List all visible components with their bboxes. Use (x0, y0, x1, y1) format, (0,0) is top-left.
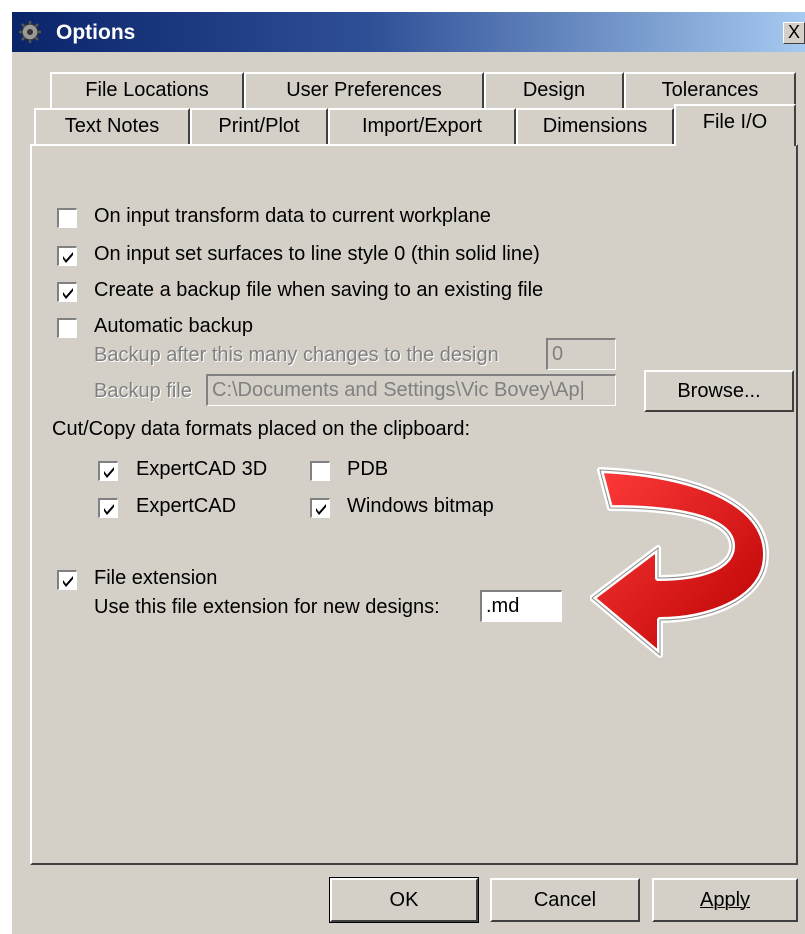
apply-button[interactable]: Apply (652, 878, 798, 922)
backup-file-path-label: Backup file (94, 380, 192, 402)
clipboard-heading: Cut/Copy data formats placed on the clip… (52, 418, 471, 440)
transform-checkbox[interactable] (57, 208, 77, 228)
tab-tolerances[interactable]: Tolerances (624, 72, 796, 108)
tab-text-notes[interactable]: Text Notes (34, 108, 190, 144)
cancel-button[interactable]: Cancel (490, 878, 640, 922)
check-icon (316, 504, 326, 515)
title-bar[interactable]: Options (12, 12, 805, 52)
apply-label: Apply (699, 889, 751, 911)
expertcad3d-label: ExpertCAD 3D (136, 458, 268, 480)
file-extension-checkbox[interactable] (57, 570, 77, 590)
check-icon (63, 576, 73, 587)
backup-file-path-field[interactable]: C:\Documents and Settings\Vic Bovey\Ap| (206, 374, 616, 406)
tab-label: File I/O (702, 111, 768, 133)
expertcad-checkbox[interactable] (98, 498, 118, 518)
auto-backup-label: Automatic backup (94, 315, 253, 337)
check-icon (104, 467, 114, 478)
tab-label: User Preferences (286, 79, 442, 101)
surfaces-label: On input set surfaces to line style 0 (t… (94, 243, 540, 265)
check-icon (63, 252, 73, 263)
file-extension-field-label: Use this file extension for new designs: (94, 596, 440, 618)
app-gear-icon (19, 21, 41, 43)
options-dialog: Options X File Locations User Preference… (10, 10, 805, 934)
window-title: Options (56, 21, 136, 44)
windows-bitmap-checkbox[interactable] (310, 498, 330, 518)
tab-label: Import/Export (361, 115, 483, 137)
expertcad-label: ExpertCAD (136, 495, 237, 517)
check-icon (63, 288, 73, 299)
tab-print-plot[interactable]: Print/Plot (190, 108, 328, 144)
backup-changes-label: Backup after this many changes to the de… (94, 344, 499, 366)
tab-user-preferences[interactable]: User Preferences (244, 72, 484, 108)
backup-file-checkbox[interactable] (57, 282, 77, 302)
tab-file-locations[interactable]: File Locations (50, 72, 244, 108)
pdb-checkbox[interactable] (310, 461, 330, 481)
red-curved-arrow-icon (590, 467, 769, 658)
tab-label: File Locations (85, 79, 209, 101)
tab-label: Print/Plot (218, 115, 300, 137)
file-extension-input[interactable]: .md (480, 590, 562, 622)
tab-design[interactable]: Design (484, 72, 624, 108)
tab-label: Design (522, 79, 586, 101)
close-button[interactable]: X (783, 22, 805, 44)
tab-dimensions[interactable]: Dimensions (516, 108, 674, 144)
surfaces-checkbox[interactable] (57, 246, 77, 266)
backup-changes-field[interactable]: 0 (546, 338, 616, 370)
cancel-label: Cancel (533, 889, 597, 911)
pdb-label: PDB (347, 458, 389, 480)
expertcad3d-checkbox[interactable] (98, 461, 118, 481)
backup-file-label: Create a backup file when saving to an e… (94, 279, 544, 301)
windows-bitmap-label: Windows bitmap (347, 495, 494, 517)
ok-button[interactable]: OK (329, 877, 479, 923)
tab-file-io[interactable]: File I/O (674, 104, 796, 146)
browse-button[interactable]: Browse... (644, 370, 794, 412)
ok-label: OK (389, 889, 419, 911)
check-icon (104, 504, 114, 515)
browse-label: Browse... (677, 380, 761, 402)
tab-import-export[interactable]: Import/Export (328, 108, 516, 144)
auto-backup-checkbox[interactable] (57, 318, 77, 338)
tab-label: Tolerances (661, 79, 759, 101)
file-extension-label: File extension (94, 567, 218, 589)
tab-label: Text Notes (64, 115, 160, 137)
transform-label: On input transform data to current workp… (94, 205, 491, 227)
tab-label: Dimensions (542, 115, 648, 137)
